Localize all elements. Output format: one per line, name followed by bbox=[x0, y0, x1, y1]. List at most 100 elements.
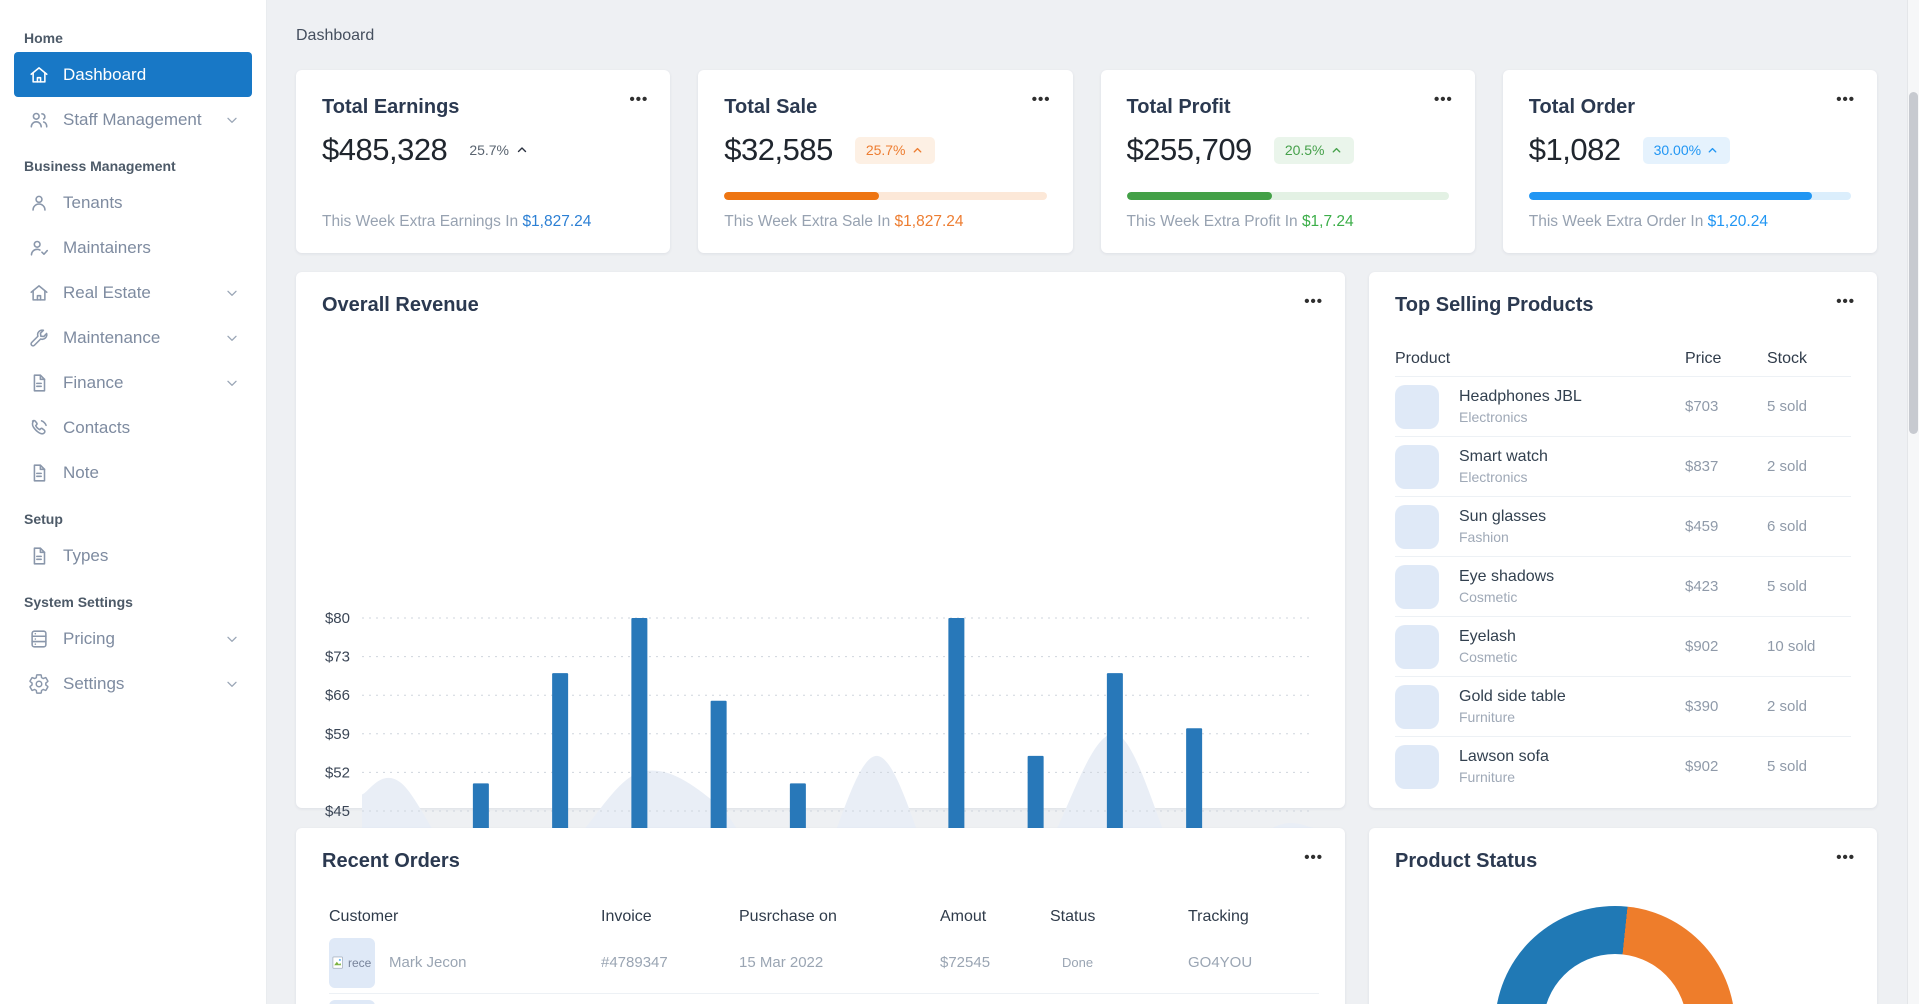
progress-track bbox=[1126, 192, 1449, 200]
product-thumbnail bbox=[1395, 564, 1439, 609]
sidebar-item-note[interactable]: Note bbox=[14, 450, 252, 495]
product-status-panel: Product Status ••• bbox=[1369, 828, 1877, 1004]
products-table-body: Headphones JBL Electronics $703 5 sold Smart… bbox=[1395, 376, 1851, 796]
broken-image-icon bbox=[332, 956, 346, 970]
orders-table-header: Customer Invoice Pusrchase on Amout Stat… bbox=[329, 908, 1319, 926]
product-row[interactable]: Headphones JBL Electronics $703 5 sold bbox=[1395, 376, 1851, 436]
chevron-up-icon bbox=[1330, 144, 1343, 157]
invoice-cell: #4789347 bbox=[601, 954, 668, 971]
product-stock: 5 sold bbox=[1767, 398, 1808, 415]
broken-avatar-image bbox=[329, 999, 375, 1004]
page-scrollbar-thumb[interactable] bbox=[1909, 92, 1918, 434]
stat-card-title: Total Profit bbox=[1126, 96, 1231, 118]
product-row[interactable]: Lawson sofa Furniture $902 5 sold bbox=[1395, 736, 1851, 796]
stat-card-value: $32,585 bbox=[724, 132, 833, 167]
ellipsis-menu-button[interactable]: ••• bbox=[1836, 850, 1855, 865]
sidebar-item-label: Settings bbox=[63, 673, 125, 693]
status-cell: Done bbox=[1062, 955, 1094, 970]
product-stock: 5 sold bbox=[1767, 578, 1808, 595]
sidebar-item-maintainers[interactable]: Maintainers bbox=[14, 225, 252, 270]
sidebar-item-label: Pricing bbox=[63, 628, 115, 648]
ellipsis-menu-button[interactable]: ••• bbox=[1836, 294, 1855, 309]
sidebar-item-label: Contacts bbox=[63, 417, 131, 437]
top-selling-products-panel: Top Selling Products ••• Product Price S… bbox=[1369, 272, 1877, 808]
stat-card-footer: This Week Extra Order In $1,20.24 bbox=[1528, 213, 1768, 230]
svg-text:$66: $66 bbox=[325, 687, 350, 704]
purchase-date-cell: 15 Mar 2022 bbox=[739, 954, 824, 971]
progress-fill bbox=[1528, 192, 1813, 200]
product-thumbnail bbox=[1395, 384, 1439, 429]
column-amount: Amout bbox=[940, 908, 987, 925]
overall-revenue-panel: Overall Revenue ••• $10$17$24$31$38$45$5… bbox=[296, 272, 1345, 1004]
customer-cell: rece Mark Jecon bbox=[329, 937, 601, 988]
sidebar-item-contacts[interactable]: Contacts bbox=[14, 405, 252, 450]
stat-card-value: $255,709 bbox=[1126, 132, 1253, 167]
ellipsis-menu-button[interactable]: ••• bbox=[1304, 294, 1323, 309]
ellipsis-menu-button[interactable]: ••• bbox=[1032, 92, 1051, 107]
person-icon bbox=[28, 192, 50, 214]
sidebar-section-system-settings: System Settings bbox=[24, 594, 133, 610]
sidebar-item-tenants[interactable]: Tenants bbox=[14, 180, 252, 225]
customer-cell bbox=[329, 999, 601, 1004]
stat-card-footer: This Week Extra Sale In $1,827.24 bbox=[724, 213, 964, 230]
product-info: Headphones JBL Electronics bbox=[1459, 388, 1685, 425]
product-category: Furniture bbox=[1459, 709, 1516, 725]
product-thumbnail bbox=[1395, 624, 1439, 669]
sidebar-item-pricing[interactable]: Pricing bbox=[14, 616, 252, 661]
product-row[interactable]: Smart watch Electronics $837 2 sold bbox=[1395, 436, 1851, 496]
page-scrollbar-track[interactable] bbox=[1907, 0, 1919, 1004]
product-row[interactable]: Gold side table Furniture $390 2 sold bbox=[1395, 676, 1851, 736]
change-indicator: 25.7% bbox=[469, 142, 529, 158]
progress-fill bbox=[724, 192, 879, 200]
ellipsis-menu-button[interactable]: ••• bbox=[629, 92, 648, 107]
stat-card-total-earnings: Total Earnings ••• $485,328 25.7% This W… bbox=[296, 70, 671, 253]
product-row[interactable]: Eye shadows Cosmetic $423 5 sold bbox=[1395, 556, 1851, 616]
change-value: 20.5% bbox=[1284, 142, 1325, 158]
product-row[interactable]: Sun glasses Fashion $459 6 sold bbox=[1395, 496, 1851, 556]
house-icon bbox=[28, 282, 50, 304]
product-thumbnail bbox=[1395, 504, 1439, 549]
wrench-icon bbox=[28, 327, 50, 349]
product-name: Sun glasses bbox=[1459, 508, 1547, 525]
chevron-down-icon bbox=[224, 285, 240, 301]
sidebar-item-staff-management[interactable]: Staff Management bbox=[14, 97, 252, 142]
sidebar-item-dashboard[interactable]: Dashboard bbox=[14, 52, 252, 97]
product-row[interactable]: Eyelash Cosmetic $902 10 sold bbox=[1395, 616, 1851, 676]
column-product: Product bbox=[1395, 350, 1451, 367]
ellipsis-menu-button[interactable]: ••• bbox=[1434, 92, 1453, 107]
stat-card-total-profit: Total Profit ••• $255,709 20.5% This Wee… bbox=[1100, 70, 1475, 253]
product-info: Eyelash Cosmetic bbox=[1459, 628, 1685, 665]
svg-text:$52: $52 bbox=[325, 764, 350, 781]
column-price: Price bbox=[1685, 350, 1722, 367]
tracking-cell: GO4YOU bbox=[1188, 954, 1253, 971]
chevron-up-icon bbox=[515, 143, 529, 157]
avatar-alt-text: rece bbox=[348, 955, 372, 970]
sidebar-section-home: Home bbox=[24, 30, 63, 46]
order-row-clipped[interactable] bbox=[329, 994, 1319, 1004]
sidebar-item-settings[interactable]: Settings bbox=[14, 661, 252, 706]
ellipsis-menu-button[interactable]: ••• bbox=[1836, 92, 1855, 107]
sidebar-section-business: Business Management bbox=[24, 158, 176, 174]
stat-footer-amount: $1,20.24 bbox=[1707, 213, 1768, 230]
panel-title: Overall Revenue bbox=[322, 294, 479, 316]
sidebar-item-real-estate[interactable]: Real Estate bbox=[14, 270, 252, 315]
order-row[interactable]: rece Mark Jecon #4789347 15 Mar 2022 $72… bbox=[329, 932, 1319, 994]
sidebar-item-types[interactable]: Types bbox=[14, 533, 252, 578]
users-icon bbox=[28, 109, 50, 131]
ellipsis-menu-button[interactable]: ••• bbox=[1304, 850, 1323, 865]
product-category: Furniture bbox=[1459, 769, 1516, 785]
product-name: Eyelash bbox=[1459, 628, 1516, 645]
sidebar-item-maintenance[interactable]: Maintenance bbox=[14, 315, 252, 360]
change-badge: 30.00% bbox=[1642, 136, 1731, 164]
product-name: Headphones JBL bbox=[1459, 388, 1582, 405]
progress-track bbox=[1528, 192, 1851, 200]
product-thumbnail bbox=[1395, 684, 1439, 729]
document-icon bbox=[28, 372, 50, 394]
sidebar-item-finance[interactable]: Finance bbox=[14, 360, 252, 405]
chevron-up-icon bbox=[911, 144, 924, 157]
product-name: Eye shadows bbox=[1459, 568, 1555, 585]
breadcrumb[interactable]: Dashboard bbox=[296, 27, 374, 45]
product-price: $423 bbox=[1685, 578, 1719, 595]
stat-card-total-order: Total Order ••• $1,082 30.00% This Week … bbox=[1502, 70, 1877, 253]
change-value: 25.7% bbox=[865, 142, 906, 158]
